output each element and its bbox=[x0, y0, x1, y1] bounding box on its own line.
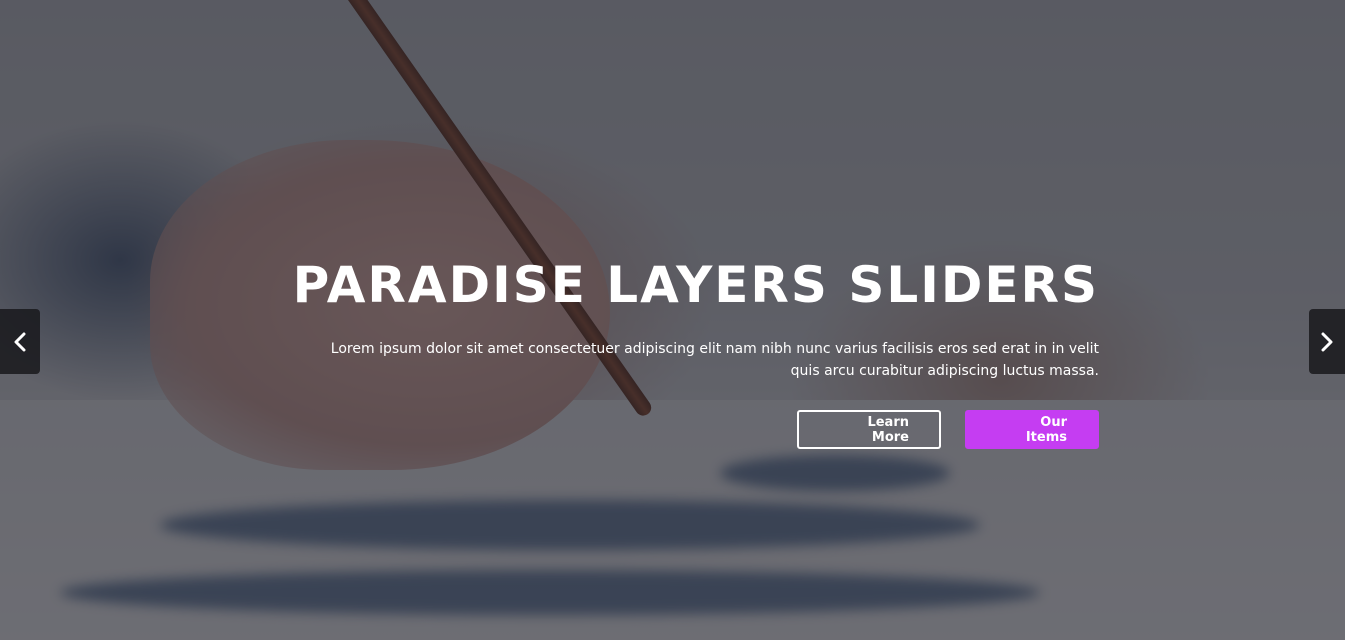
learn-more-button[interactable]: Learn More bbox=[797, 410, 941, 449]
our-items-button[interactable]: Our Items bbox=[965, 410, 1099, 449]
slide-description: Lorem ipsum dolor sit amet consectetuer … bbox=[239, 338, 1099, 382]
slide-description-line-2: quis arcu curabitur adipiscing luctus ma… bbox=[790, 363, 1099, 379]
hero-slider: PARADISE LAYERS SLIDERS Lorem ipsum dolo… bbox=[0, 0, 1345, 640]
next-slide-button[interactable] bbox=[1309, 309, 1345, 374]
slide-content: PARADISE LAYERS SLIDERS Lorem ipsum dolo… bbox=[239, 250, 1099, 449]
previous-slide-button[interactable] bbox=[0, 309, 40, 374]
chevron-right-icon bbox=[1320, 332, 1334, 352]
slide-title: PARADISE LAYERS SLIDERS bbox=[292, 256, 1099, 314]
slide-buttons: Learn More Our Items bbox=[239, 410, 1099, 449]
chevron-left-icon bbox=[13, 332, 27, 352]
slide-description-line-1: Lorem ipsum dolor sit amet consectetuer … bbox=[330, 341, 1099, 357]
